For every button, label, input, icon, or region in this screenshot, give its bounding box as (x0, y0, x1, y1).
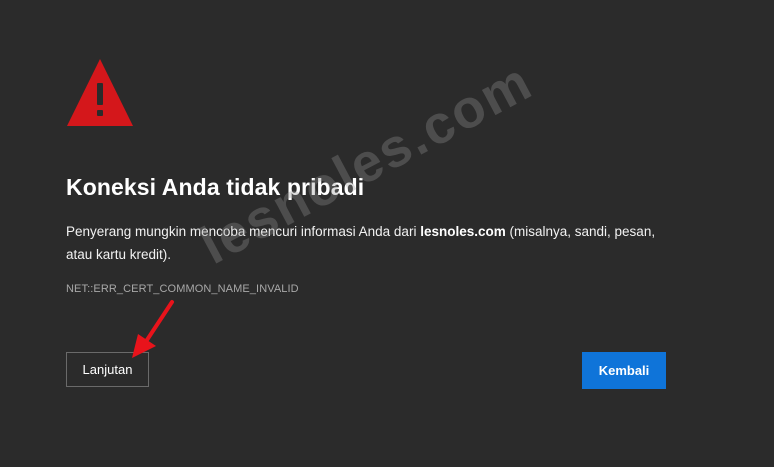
error-description: Penyerang mungkin mencoba mencuri inform… (66, 220, 676, 266)
warning-triangle-icon (67, 59, 133, 126)
privacy-error-page: Koneksi Anda tidak pribadi Penyerang mun… (0, 0, 774, 467)
page-title: Koneksi Anda tidak pribadi (66, 174, 365, 200)
description-text-before: Penyerang mungkin mencoba mencuri inform… (66, 224, 421, 239)
advanced-button[interactable]: Lanjutan (66, 352, 149, 387)
site-domain: lesnoles.com (420, 224, 506, 239)
red-arrow-annotation (132, 300, 174, 358)
back-to-safety-button[interactable]: Kembali (582, 352, 666, 389)
error-code: NET::ERR_CERT_COMMON_NAME_INVALID (66, 283, 299, 295)
